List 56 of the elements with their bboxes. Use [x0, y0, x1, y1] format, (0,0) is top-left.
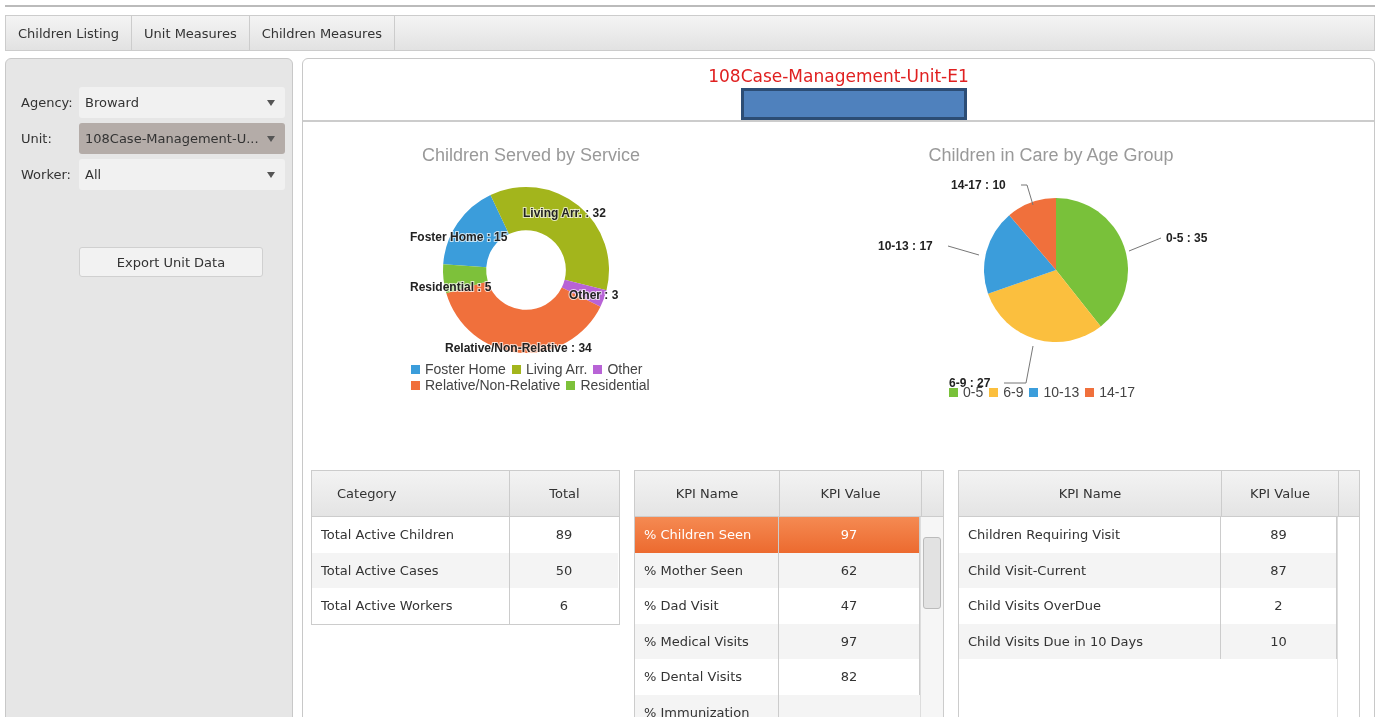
table-cell: Child Visits Due in 10 Days: [959, 623, 1221, 659]
slice-label: Living Arr. : 32: [523, 206, 606, 220]
filter-label: Unit:: [21, 131, 53, 146]
table-row[interactable]: Total Active Cases 50: [312, 552, 618, 588]
filter-label: Agency:: [21, 95, 74, 110]
dropdown[interactable]: Broward: [79, 87, 285, 118]
table-cell: Child Visits OverDue: [959, 588, 1221, 624]
scrollbar[interactable]: [920, 517, 943, 717]
table-cell: % Dad Visit: [635, 588, 779, 624]
leader-line: [947, 245, 980, 256]
column-header[interactable]: KPI Value: [1222, 471, 1339, 516]
tab[interactable]: Unit Measures: [132, 16, 250, 50]
table-cell-text: 89: [554, 526, 574, 545]
legend-label: Relative/Non-Relative: [425, 377, 561, 393]
dropdown[interactable]: 108Case-Management-U...: [79, 123, 285, 154]
table-cell: Total Active Children: [312, 517, 510, 553]
table-cell-text: 6: [558, 597, 570, 616]
table-row[interactable]: % Medical Visits 97: [635, 623, 920, 659]
unit-title: 108Case-Management-Unit-E1: [708, 66, 969, 86]
column-header[interactable]: Category: [312, 471, 510, 516]
slice-label: 0-5 : 35: [1166, 231, 1208, 245]
table-cell: Total Active Workers: [312, 588, 510, 624]
tab[interactable]: Children Listing: [6, 16, 133, 50]
leader-line: [1128, 237, 1162, 252]
table-row[interactable]: Child Visit-Current 87: [959, 552, 1337, 588]
legend-label: Other: [607, 361, 643, 377]
legend-label: 10-13: [1043, 384, 1080, 400]
caret-icon: [267, 99, 275, 106]
legend-label: Living Arr.: [525, 361, 588, 377]
export-button[interactable]: Export Unit Data: [79, 247, 263, 277]
caret-icon: [267, 135, 275, 142]
table-cell: Children Requiring Visit: [959, 517, 1221, 553]
leader-line: [1020, 184, 1034, 206]
legend-label: Foster Home: [425, 361, 506, 377]
chart-title: Children Served by Service: [420, 145, 642, 167]
table-cell: % Children Seen: [635, 517, 779, 553]
table-row[interactable]: % Immunization: [635, 694, 920, 717]
column-header[interactable]: KPI Value: [780, 471, 922, 516]
legend-label: 14-17: [1099, 384, 1136, 400]
caret-icon: [267, 171, 275, 178]
legend-label: 6-9: [1003, 384, 1024, 400]
table-cell: % Immunization: [635, 694, 779, 717]
slice-label: 14-17 : 10: [951, 178, 1006, 192]
dropdown[interactable]: All: [79, 159, 285, 190]
slice-label: 10-13 : 17: [878, 239, 933, 253]
table-cell: % Dental Visits: [635, 659, 779, 695]
table-row[interactable]: % Mother Seen 62: [635, 552, 920, 588]
table-cell-text: 50: [554, 561, 574, 580]
tab[interactable]: Children Measures: [249, 16, 395, 50]
table-row[interactable]: Child Visits Due in 10 Days 10: [959, 623, 1337, 659]
filter-label: Worker:: [21, 167, 72, 182]
legend-label: Residential: [580, 377, 650, 393]
column-header[interactable]: KPI Name: [959, 471, 1222, 516]
column-header[interactable]: KPI Name: [635, 471, 780, 516]
column-header[interactable]: Total: [510, 471, 619, 516]
leader-line: [1003, 345, 1034, 384]
